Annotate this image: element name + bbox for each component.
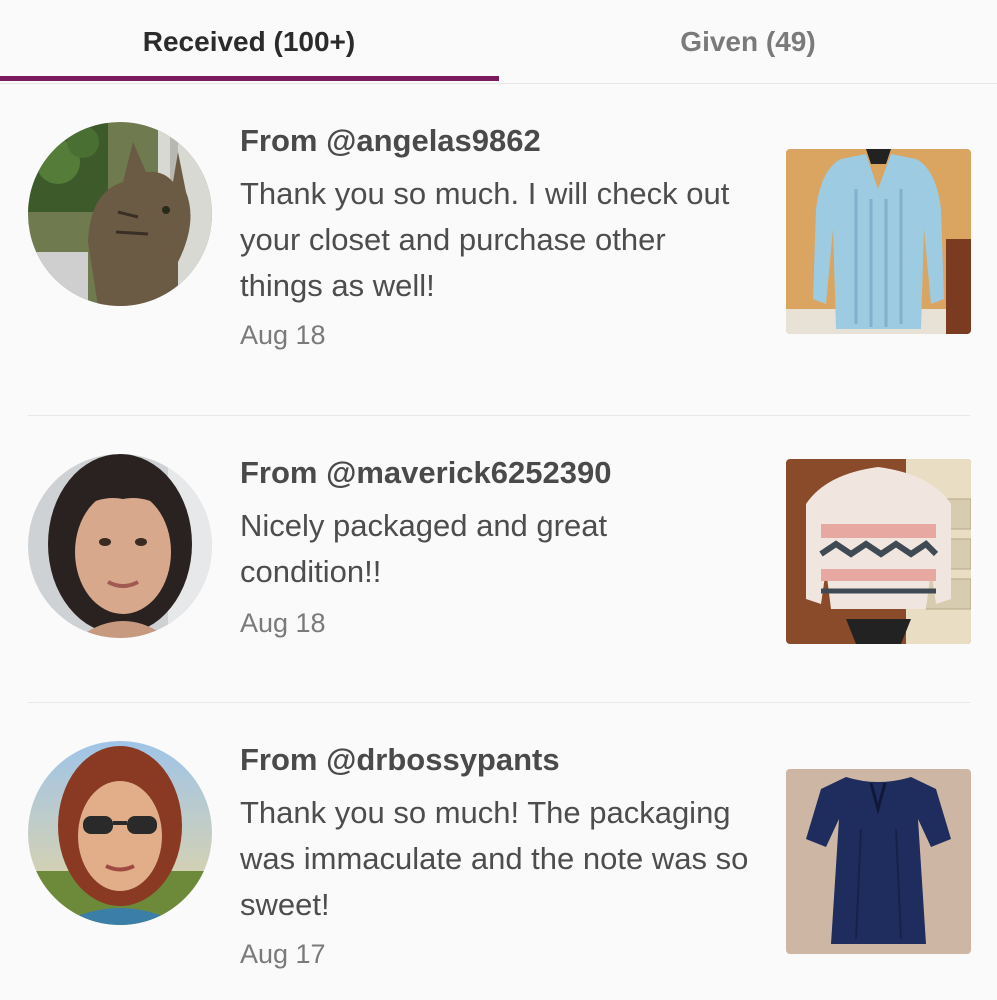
reviewer-username[interactable]: From @maverick6252390: [240, 455, 611, 491]
patterned-sweater-photo-icon: [786, 459, 971, 644]
user-avatar[interactable]: [28, 741, 212, 925]
tab-given[interactable]: Given (49): [499, 0, 997, 84]
review-message: Nicely packaged and great condition!!: [240, 508, 608, 589]
tab-received[interactable]: Received (100+): [0, 0, 498, 84]
review-date: Aug 18: [240, 608, 326, 638]
reviewer-username[interactable]: From @angelas9862: [240, 123, 541, 159]
light-blue-sweater-photo-icon: [786, 149, 971, 334]
user-avatar[interactable]: [28, 454, 212, 638]
review-date: Aug 17: [240, 939, 326, 969]
review-item[interactable]: From @maverick6252390 Nicely packaged an…: [0, 416, 997, 703]
item-thumbnail[interactable]: [786, 149, 971, 334]
cat-photo-icon: [28, 122, 212, 306]
user-avatar[interactable]: [28, 122, 212, 306]
active-tab-indicator: [0, 76, 499, 81]
review-item[interactable]: From @drbossypants Thank you so much! Th…: [0, 703, 997, 1000]
tab-bar: Received (100+) Given (49): [0, 0, 997, 84]
review-message: Thank you so much. I will check out your…: [240, 176, 730, 303]
review-item[interactable]: From @angelas9862 Thank you so much. I w…: [0, 84, 997, 416]
review-date: Aug 18: [240, 320, 326, 350]
item-thumbnail[interactable]: [786, 459, 971, 644]
woman-dark-hair-photo-icon: [28, 454, 212, 638]
woman-sunglasses-photo-icon: [28, 741, 212, 925]
navy-dress-photo-icon: [786, 769, 971, 954]
item-thumbnail[interactable]: [786, 769, 971, 954]
reviewer-username[interactable]: From @drbossypants: [240, 742, 560, 778]
review-message: Thank you so much! The packaging was imm…: [240, 795, 749, 922]
